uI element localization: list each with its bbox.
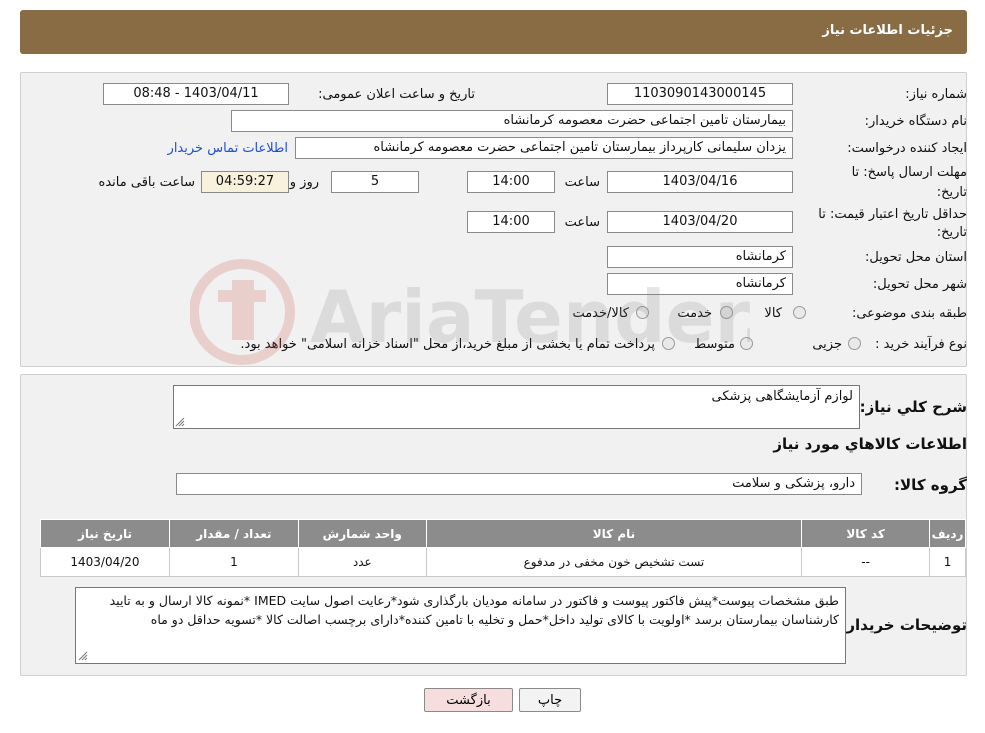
need-number-field: 1103090143000145 (607, 83, 793, 105)
goods-table-header: ردیف کد کالا نام کالا واحد شمارش تعداد /… (40, 519, 966, 548)
price-validity-label: حداقل تاریخ اعتبار قیمت: تا (818, 207, 967, 222)
resize-grip-icon[interactable] (175, 417, 185, 427)
treasury-payment-radio[interactable] (662, 337, 675, 350)
remaining-time-label: ساعت باقی مانده (98, 175, 195, 190)
buyer-org-label: نام دستگاه خریدار: (864, 114, 967, 129)
remaining-days-field: 5 (331, 171, 419, 193)
announce-datetime-label: تاریخ و ساعت اعلان عمومی: (318, 87, 475, 102)
page-header: جزئیات اطلاعات نیاز (20, 10, 967, 54)
page-title: جزئیات اطلاعات نیاز (822, 23, 953, 38)
goods-group-field: دارو، پزشکی و سلامت (176, 473, 862, 495)
col-date-header: تاریخ نیاز (40, 519, 170, 548)
treasury-payment-note: پرداخت تمام یا بخشی از مبلغ خرید،از محل … (240, 337, 655, 352)
delivery-city-field: کرمانشاه (607, 273, 793, 295)
buyer-notes-label: توضیحات خریدار: (840, 616, 967, 634)
category-service-radio[interactable] (720, 306, 733, 319)
remaining-days-label: روز و (289, 175, 319, 190)
col-name-header: نام کالا (425, 519, 803, 548)
table-row: 1 -- تست تشخیص خون مخفی در مدفوع عدد 1 1… (40, 547, 966, 577)
delivery-province-field: کرمانشاه (607, 246, 793, 268)
col-quantity-header: تعداد / مقدار (168, 519, 299, 548)
announce-datetime-field: 1403/04/11 - 08:48 (103, 83, 289, 105)
buyer-org-field: بیمارستان تامین اجتماعی حضرت معصومه کرما… (231, 110, 793, 132)
col-code-header: کد کالا (801, 519, 931, 548)
category-service-label: خدمت (677, 306, 712, 321)
unit-cell: عدد (297, 547, 427, 577)
general-description-label: شرح کلي نیاز: (859, 398, 967, 416)
deadline-label: مهلت ارسال پاسخ: تا (851, 165, 967, 180)
general-description-field: لوازم آزمایشگاهی پزشکی (173, 385, 860, 429)
subject-category-label: طبقه بندی موضوعی: (851, 306, 967, 321)
price-validity-label-date: تاریخ: (936, 225, 967, 240)
deadline-time-field: 14:00 (467, 171, 555, 193)
buyer-notes-field: طبق مشخصات پیوست*پیش فاکتور پیوست و فاکت… (75, 587, 846, 664)
goods-group-label: گروه کالا: (894, 476, 967, 494)
deadline-time-label: ساعت (564, 175, 600, 190)
col-unit-header: واحد شمارش (297, 519, 427, 548)
back-button[interactable]: بازگشت (424, 688, 513, 712)
need-number-label: شماره نیاز: (905, 87, 967, 102)
request-creator-field: یزدان سلیمانی کارپرداز بیمارستان تامین ا… (295, 137, 793, 159)
price-validity-time-label: ساعت (564, 215, 600, 230)
buyer-contact-link[interactable]: اطلاعات تماس خریدار (168, 141, 288, 156)
quantity-cell: 1 (168, 547, 299, 577)
general-description-text: لوازم آزمایشگاهی پزشکی (711, 389, 853, 404)
category-goods-radio[interactable] (793, 306, 806, 319)
category-goods-label: کالا (764, 306, 782, 321)
need-date-cell: 1403/04/20 (40, 547, 170, 577)
process-minor-radio[interactable] (848, 337, 861, 350)
category-goods-service-label: کالا/خدمت (572, 306, 629, 321)
process-medium-radio[interactable] (740, 337, 753, 350)
price-validity-date-field: 1403/04/20 (607, 211, 793, 233)
buyer-notes-text: طبق مشخصات پیوست*پیش فاکتور پیوست و فاکت… (109, 593, 839, 627)
goods-code-cell: -- (801, 547, 931, 577)
remaining-time-field: 04:59:27 (201, 171, 289, 193)
process-medium-label: متوسط (694, 337, 735, 352)
required-goods-title: اطلاعات کالاهاي مورد نیاز (773, 435, 967, 453)
deadline-label-date: تاریخ: (936, 185, 967, 200)
deadline-date-field: 1403/04/16 (607, 171, 793, 193)
delivery-city-label: شهر محل تحویل: (872, 277, 967, 292)
row-index-cell: 1 (929, 547, 966, 577)
purchase-process-label: نوع فرآیند خرید : (875, 337, 967, 352)
goods-name-cell: تست تشخیص خون مخفی در مدفوع (425, 547, 803, 577)
goods-table: ردیف کد کالا نام کالا واحد شمارش تعداد /… (40, 519, 966, 577)
print-button[interactable]: چاپ (519, 688, 581, 712)
price-validity-time-field: 14:00 (467, 211, 555, 233)
col-row-header: ردیف (929, 519, 966, 548)
resize-grip-icon[interactable] (78, 651, 88, 661)
delivery-province-label: استان محل تحویل: (865, 250, 967, 265)
request-creator-label: ایجاد کننده درخواست: (847, 141, 967, 156)
process-minor-label: جزیی (812, 337, 842, 352)
category-goods-service-radio[interactable] (636, 306, 649, 319)
